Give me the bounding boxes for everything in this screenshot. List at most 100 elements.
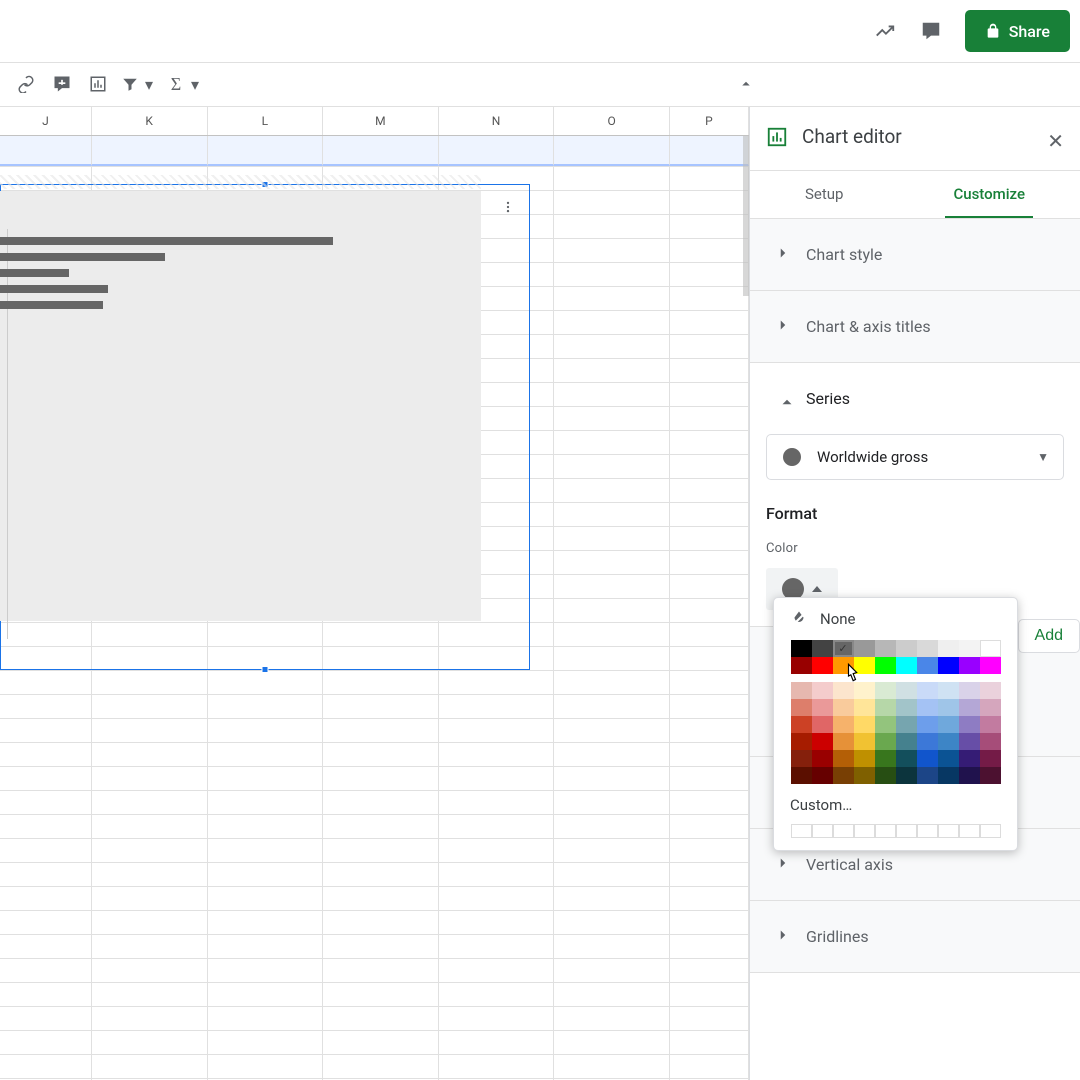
color-swatch[interactable] — [854, 657, 875, 674]
chart-object[interactable] — [0, 184, 530, 670]
color-swatch[interactable] — [854, 750, 875, 767]
chart-bar[interactable] — [0, 253, 165, 261]
color-swatch[interactable] — [875, 750, 896, 767]
color-swatch[interactable] — [812, 750, 833, 767]
color-swatch[interactable] — [812, 767, 833, 784]
color-swatch[interactable] — [959, 657, 980, 674]
color-swatch[interactable] — [896, 640, 917, 657]
color-swatch[interactable] — [917, 767, 938, 784]
color-swatch[interactable] — [938, 733, 959, 750]
color-swatch[interactable] — [833, 733, 854, 750]
custom-color-slot[interactable] — [917, 824, 938, 838]
grid-row[interactable] — [0, 1031, 749, 1055]
color-swatch[interactable] — [833, 699, 854, 716]
color-swatch[interactable] — [854, 716, 875, 733]
color-swatch[interactable] — [896, 767, 917, 784]
functions-icon[interactable]: Σ — [165, 69, 187, 99]
color-swatch[interactable] — [938, 682, 959, 699]
color-swatch[interactable] — [938, 640, 959, 657]
color-swatch[interactable] — [917, 733, 938, 750]
color-swatch[interactable] — [959, 750, 980, 767]
grid-row[interactable] — [0, 935, 749, 959]
section-gridlines[interactable]: Gridlines — [750, 901, 1080, 973]
color-swatch[interactable] — [875, 682, 896, 699]
color-swatch[interactable] — [917, 657, 938, 674]
chart-resize-handle-bottom[interactable] — [262, 666, 269, 673]
color-swatch[interactable] — [980, 750, 1001, 767]
color-swatch[interactable] — [959, 716, 980, 733]
color-swatch[interactable] — [980, 682, 1001, 699]
color-swatch[interactable] — [896, 657, 917, 674]
color-none-option[interactable]: None — [774, 598, 1017, 640]
comments-icon[interactable] — [919, 19, 943, 43]
grid-row[interactable] — [0, 839, 749, 863]
chart-bar[interactable] — [0, 301, 103, 309]
section-series-header[interactable]: Series — [750, 363, 1080, 434]
color-swatch[interactable] — [812, 733, 833, 750]
insert-comment-icon[interactable] — [47, 69, 77, 99]
tab-customize[interactable]: Customize — [945, 171, 1033, 218]
custom-color-slot[interactable] — [938, 824, 959, 838]
custom-color-slot[interactable] — [980, 824, 1001, 838]
functions-dropdown-arrow-icon[interactable]: ▾ — [190, 75, 200, 94]
color-swatch[interactable] — [833, 657, 854, 674]
color-swatch[interactable] — [896, 699, 917, 716]
color-swatch[interactable] — [917, 750, 938, 767]
custom-color-slot[interactable] — [791, 824, 812, 838]
color-swatch[interactable] — [791, 657, 812, 674]
color-swatch[interactable] — [917, 699, 938, 716]
chart-bar[interactable] — [0, 237, 333, 245]
custom-color-slot[interactable] — [896, 824, 917, 838]
color-swatch[interactable] — [854, 699, 875, 716]
color-swatch[interactable] — [959, 682, 980, 699]
column-header[interactable]: J — [0, 107, 92, 135]
column-header[interactable]: P — [670, 107, 749, 135]
color-swatch[interactable] — [980, 733, 1001, 750]
color-custom-option[interactable]: Custom… — [774, 784, 1017, 824]
grid-row[interactable] — [0, 743, 749, 767]
color-swatch[interactable] — [854, 682, 875, 699]
add-button[interactable]: Add — [1018, 619, 1080, 653]
color-swatch[interactable] — [875, 640, 896, 657]
color-swatch[interactable] — [896, 682, 917, 699]
color-swatch[interactable] — [875, 716, 896, 733]
filter-icon[interactable] — [119, 69, 141, 99]
chart-more-menu-icon[interactable] — [501, 199, 515, 218]
color-swatch[interactable] — [917, 640, 938, 657]
chart-bar[interactable] — [0, 285, 108, 293]
custom-color-slot[interactable] — [854, 824, 875, 838]
color-swatch[interactable] — [938, 716, 959, 733]
color-swatch[interactable] — [812, 640, 833, 657]
color-swatch[interactable] — [833, 640, 854, 657]
color-swatch[interactable] — [917, 716, 938, 733]
color-swatch[interactable] — [791, 767, 812, 784]
color-swatch[interactable] — [833, 750, 854, 767]
color-swatch[interactable] — [812, 716, 833, 733]
color-swatch[interactable] — [833, 767, 854, 784]
color-swatch[interactable] — [791, 640, 812, 657]
color-swatch[interactable] — [980, 657, 1001, 674]
color-swatch[interactable] — [938, 767, 959, 784]
filter-dropdown-arrow-icon[interactable]: ▾ — [144, 75, 154, 94]
grid-row[interactable] — [0, 983, 749, 1007]
color-swatch[interactable] — [833, 682, 854, 699]
color-swatch[interactable] — [959, 640, 980, 657]
column-header[interactable]: L — [208, 107, 324, 135]
color-swatch[interactable] — [959, 699, 980, 716]
grid-row[interactable] — [0, 136, 749, 167]
grid-row[interactable] — [0, 671, 749, 695]
color-swatch[interactable] — [854, 733, 875, 750]
grid-row[interactable] — [0, 863, 749, 887]
grid-row[interactable] — [0, 1055, 749, 1079]
color-swatch[interactable] — [980, 716, 1001, 733]
color-swatch[interactable] — [938, 699, 959, 716]
grid-row[interactable] — [0, 767, 749, 791]
color-swatch[interactable] — [896, 733, 917, 750]
grid-row[interactable] — [0, 959, 749, 983]
color-swatch[interactable] — [875, 733, 896, 750]
color-swatch[interactable] — [980, 767, 1001, 784]
grid-row[interactable] — [0, 719, 749, 743]
chart-bar[interactable] — [0, 269, 69, 277]
share-button[interactable]: Share — [965, 10, 1070, 52]
explore-icon[interactable] — [873, 19, 897, 43]
